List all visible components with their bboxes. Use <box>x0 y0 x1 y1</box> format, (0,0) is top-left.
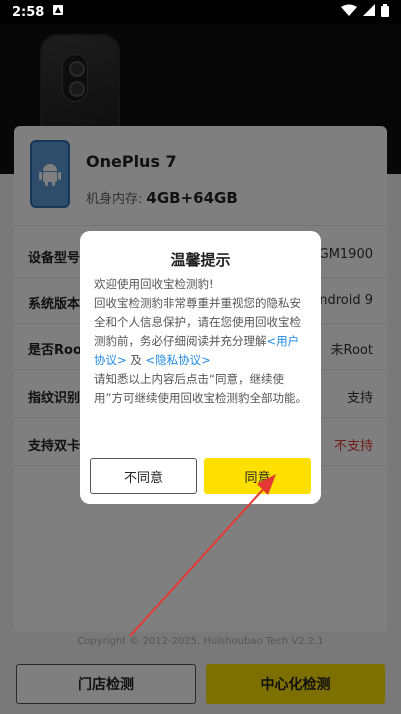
dialog-paragraph: 欢迎使用回收宝检测豹! <box>94 277 214 291</box>
privacy-policy-link[interactable]: <隐私协议> <box>145 353 210 367</box>
privacy-dialog: 温馨提示 欢迎使用回收宝检测豹! 回收宝检测豹非常尊重并重视您的隐私安全和个人信… <box>80 231 321 504</box>
battery-icon <box>381 3 389 21</box>
dialog-paragraph: 回收宝检测豹非常尊重并重视您的隐私安全和个人信息保护，请在您使用回收宝检测豹前，… <box>94 294 308 370</box>
dialog-paragraph: 请知悉以上内容后点击“同意，继续使用”方可继续使用回收宝检测豹全部功能。 <box>94 372 307 405</box>
dialog-title: 温馨提示 <box>170 251 231 269</box>
status-time: 2:58 <box>12 4 45 20</box>
dialog-body: 欢迎使用回收宝检测豹! 回收宝检测豹非常尊重并重视您的隐私安全和个人信息保护，请… <box>94 275 308 408</box>
dialog-text: 及 <box>126 353 146 367</box>
agree-button[interactable]: 同意 <box>204 458 311 494</box>
signal-icon <box>363 4 375 20</box>
status-bar: 2:58 <box>0 0 401 24</box>
wifi-icon <box>341 4 357 20</box>
notification-icon <box>52 4 64 20</box>
disagree-button[interactable]: 不同意 <box>90 458 197 494</box>
